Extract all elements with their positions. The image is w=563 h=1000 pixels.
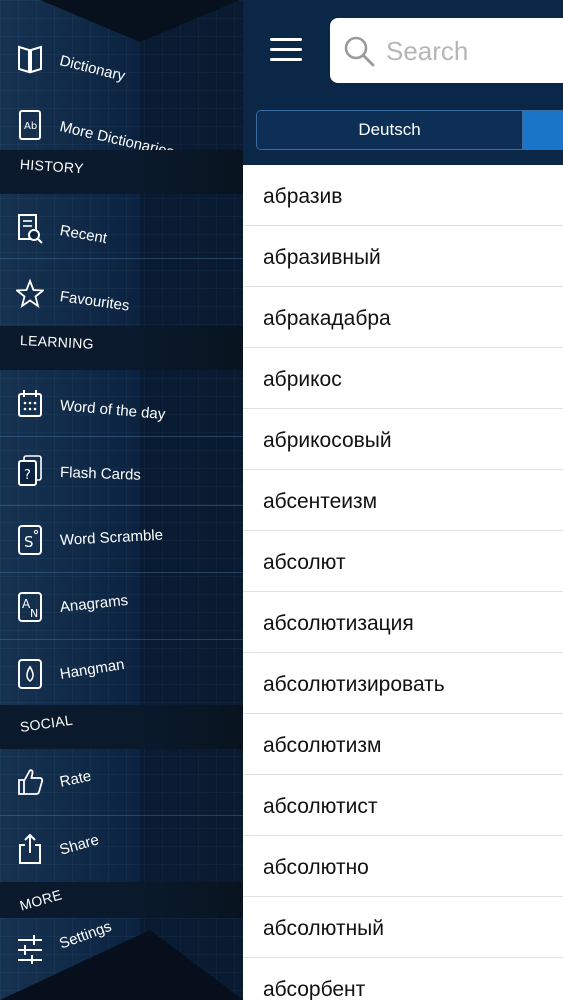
svg-text:?: ? (24, 468, 31, 483)
sidebar-item-word-scramble[interactable]: S Word Scramble (0, 510, 243, 572)
flash-cards-icon: ? (16, 454, 44, 488)
word-list: абразив абразивный абракадабра абрикос а… (243, 165, 563, 1000)
tab-second-language[interactable] (523, 111, 563, 149)
section-header-more: MORE (0, 882, 243, 918)
section-header-learning: LEARNING (0, 326, 243, 370)
sidebar-menu: Dictionary Ab More Dictionaries HISTORY … (0, 0, 243, 1000)
sidebar-item-word-of-the-day[interactable]: Word of the day (0, 375, 243, 437)
divider (0, 505, 243, 506)
section-header-social: SOCIAL (0, 705, 243, 749)
section-title: SOCIAL (18, 711, 74, 735)
section-title: HISTORY (19, 156, 85, 177)
share-icon (16, 832, 44, 866)
word-list-item[interactable]: абрикосовый (243, 409, 563, 470)
word-scramble-icon: S (16, 522, 44, 556)
section-title: LEARNING (19, 332, 95, 352)
word-list-item[interactable]: абсолют (243, 531, 563, 592)
sidebar-item-more-dictionaries[interactable]: Ab More Dictionaries (0, 96, 243, 161)
search-input[interactable] (384, 32, 563, 70)
hangman-icon (16, 656, 44, 690)
tab-deutsch[interactable]: Deutsch (257, 111, 523, 149)
sidebar-item-label: Flash Cards (59, 464, 142, 484)
book-icon (16, 42, 44, 76)
calendar-icon (16, 387, 44, 421)
sidebar-item-rate[interactable]: Rate (0, 752, 243, 814)
sidebar-item-label: Recent (58, 222, 109, 248)
divider (0, 258, 243, 259)
sidebar-item-favourites[interactable]: Favourites (0, 266, 243, 328)
dictionary-ab-icon: Ab (16, 108, 44, 142)
sidebar-item-dictionary[interactable]: Dictionary (0, 30, 243, 92)
sidebar-item-flash-cards[interactable]: ? Flash Cards (0, 442, 243, 504)
divider (0, 639, 243, 640)
star-icon (14, 278, 46, 312)
word-list-item[interactable]: абсентеизм (243, 470, 563, 531)
word-list-item[interactable]: абсолютизировать (243, 653, 563, 714)
sidebar-item-anagrams[interactable]: AN Anagrams (0, 577, 243, 639)
search-bar[interactable] (330, 18, 563, 83)
divider (0, 572, 243, 573)
word-list-item[interactable]: абсолютный (243, 897, 563, 958)
recent-search-icon (16, 212, 44, 246)
word-list-item[interactable]: абразивный (243, 226, 563, 287)
word-list-item[interactable]: абсолютизация (243, 592, 563, 653)
sidebar-item-share[interactable]: Share (0, 820, 243, 882)
section-title: MORE (17, 886, 64, 914)
word-list-item[interactable]: абракадабра (243, 287, 563, 348)
sidebar-item-label: Word of the day (59, 397, 166, 424)
main-panel: Deutsch абразив абразивный абракадабра а… (243, 0, 563, 1000)
sidebar-item-recent[interactable]: Recent (0, 200, 243, 262)
anagrams-icon: AN (16, 589, 44, 623)
thumbs-up-icon (16, 764, 44, 798)
section-header-history: HISTORY (0, 150, 243, 194)
sidebar-item-label: Anagrams (59, 591, 129, 616)
search-icon (342, 34, 376, 68)
menu-icon-line (270, 48, 302, 51)
svg-text:S: S (24, 533, 34, 551)
header-bar: Deutsch (243, 0, 563, 165)
word-list-item[interactable]: абрикос (243, 348, 563, 409)
sidebar-item-label: Favourites (58, 288, 131, 315)
divider (0, 815, 243, 816)
word-list-item[interactable]: абсолютист (243, 775, 563, 836)
sidebar-bottom-shadow (0, 930, 243, 1000)
menu-icon-line (270, 58, 302, 61)
language-segmented-control: Deutsch (256, 110, 563, 150)
sidebar-item-label: Rate (58, 767, 93, 791)
svg-text:Ab: Ab (24, 121, 37, 132)
word-list-item[interactable]: абразив (243, 165, 563, 226)
sidebar-item-label: Hangman (58, 655, 126, 683)
sidebar-item-label: Word Scramble (59, 526, 164, 549)
sidebar-item-label: Dictionary (57, 52, 127, 85)
menu-button[interactable] (270, 38, 302, 64)
divider (0, 436, 243, 437)
menu-icon-line (270, 38, 302, 41)
svg-text:N: N (30, 607, 38, 620)
sidebar-item-label: Share (57, 831, 101, 859)
sidebar-item-hangman[interactable]: Hangman (0, 644, 243, 706)
word-list-item[interactable]: абсолютизм (243, 714, 563, 775)
word-list-item[interactable]: абсолютно (243, 836, 563, 897)
word-list-item[interactable]: абсорбент (243, 958, 563, 1000)
